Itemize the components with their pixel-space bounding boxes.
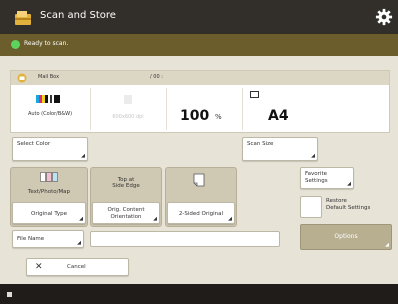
options-label: Options: [334, 233, 358, 240]
cancel-button[interactable]: ✕ Cancel: [26, 258, 129, 276]
restore-default-button[interactable]: [300, 196, 322, 218]
zoom-value: 100: [180, 108, 210, 124]
destination-label: Mail Box: [38, 74, 60, 80]
scan-size-button[interactable]: Scan Size ◢: [242, 137, 318, 161]
divider: [166, 88, 167, 130]
destination-number: / 00 :: [150, 74, 163, 80]
corner-mark-icon: ◢: [81, 153, 85, 159]
color-mode-icon: [36, 95, 60, 103]
restore-line1: Restore: [326, 198, 347, 204]
options-button[interactable]: Options ◢: [300, 224, 392, 250]
corner-mark-icon: ◢: [79, 216, 83, 222]
restore-line2: Default Settings: [326, 205, 371, 211]
indicator-icon: [7, 292, 12, 297]
orig-content-orientation-button[interactable]: Orig. Content Orientation ◢: [92, 202, 160, 224]
corner-mark-icon: ◢: [311, 153, 315, 159]
color-mode-value: Auto (Color/B&W): [27, 111, 73, 117]
two-sided-label: 2-Sided Original: [178, 211, 224, 217]
select-color-label: Select Color: [17, 141, 51, 147]
two-sided-icon: [193, 173, 205, 187]
favorite-settings-button[interactable]: Favorite Settings ◢: [300, 167, 354, 189]
original-type-value: Text/Photo/Map: [27, 189, 71, 195]
orig-content-line2: Orientation: [110, 214, 142, 220]
corner-mark-icon: ◢: [153, 216, 157, 222]
paper-size-icon: [250, 91, 259, 98]
page-title: Scan and Store: [40, 10, 116, 21]
original-type-button[interactable]: Original Type ◢: [12, 202, 86, 224]
file-name-button[interactable]: File Name ◢: [12, 230, 84, 248]
two-sided-original-button[interactable]: 2-Sided Original ◢: [167, 202, 235, 224]
favorite-line1: Favorite: [305, 171, 327, 177]
orientation-value: Top at Side Edge: [92, 177, 160, 189]
destination-header[interactable]: [11, 71, 389, 85]
restore-default-label: Restore Default Settings: [326, 198, 370, 212]
file-name-field[interactable]: [90, 231, 280, 247]
zoom-unit: %: [215, 113, 222, 121]
text-photo-map-icon: [40, 172, 58, 182]
paper-size-value: A4: [268, 108, 289, 124]
original-type-label: Original Type: [31, 211, 67, 217]
corner-mark-icon: ◢: [228, 216, 232, 222]
corner-mark-icon: ◢: [385, 242, 389, 248]
status-text: Ready to scan.: [24, 40, 69, 47]
corner-mark-icon: ◢: [77, 240, 81, 246]
mailbox-icon: [17, 73, 27, 83]
scan-store-icon: [15, 11, 31, 25]
gear-icon[interactable]: [375, 8, 393, 26]
bottom-bar: [0, 284, 398, 304]
resolution-value: 600x600 dpi: [112, 114, 144, 120]
corner-mark-icon: ◢: [347, 181, 351, 187]
scan-size-label: Scan Size: [247, 141, 274, 147]
close-icon: ✕: [35, 262, 43, 272]
resolution-icon: [124, 95, 132, 104]
cancel-label: Cancel: [67, 264, 86, 270]
status-ready-icon: [11, 40, 20, 49]
divider: [90, 88, 91, 130]
file-name-label: File Name: [17, 236, 45, 242]
orig-content-line1: Orig. Content: [107, 207, 145, 213]
select-color-button[interactable]: Select Color ◢: [12, 137, 88, 161]
divider: [242, 88, 243, 130]
orientation-value-line2: Side Edge: [112, 183, 140, 189]
favorite-line2: Settings: [305, 178, 328, 184]
